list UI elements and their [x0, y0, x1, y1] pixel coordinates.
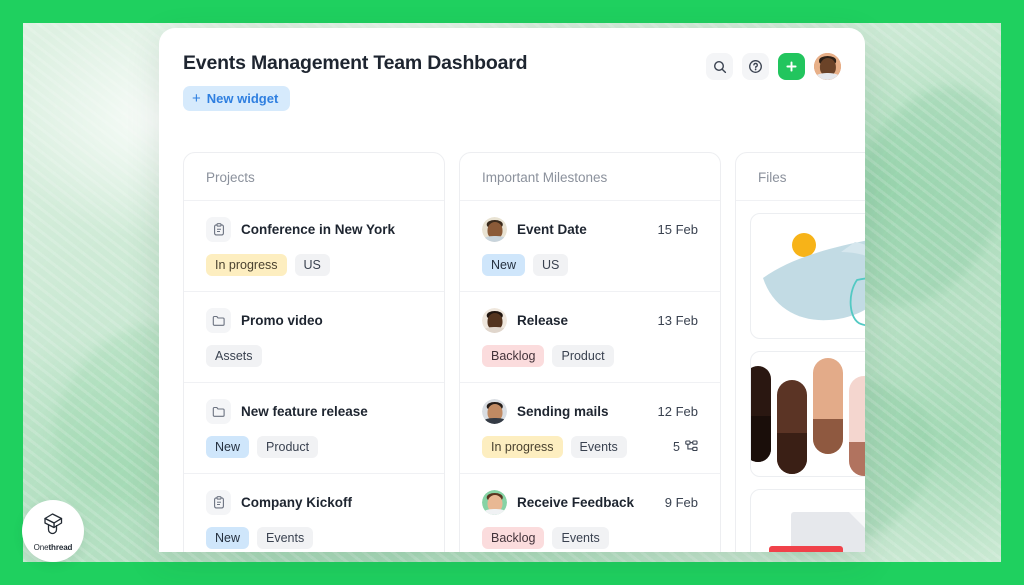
tag[interactable]: Events [552, 527, 609, 549]
avatar[interactable] [814, 53, 841, 80]
list-item-date: 12 Feb [657, 404, 698, 419]
list-item[interactable]: Sending mails 12 Feb In progress Events … [460, 383, 720, 474]
subtask-count-value: 5 [673, 440, 680, 454]
subtask-count: 5 [673, 439, 698, 455]
columns-container: Projects Conference in New York In progr… [183, 152, 865, 552]
search-icon [713, 60, 727, 74]
tag[interactable]: Product [552, 345, 614, 367]
pdf-illustration: PDF [751, 490, 865, 552]
status-badge[interactable]: Backlog [482, 527, 545, 549]
tag-group: New US [482, 254, 698, 276]
list-item-title: Sending mails [517, 404, 609, 419]
abstract-illustration [751, 214, 865, 338]
avatar-image [482, 308, 507, 333]
list-item[interactable]: Event Date 15 Feb New US [460, 201, 720, 292]
avatar-image [482, 217, 507, 242]
logo-mark-icon [39, 510, 67, 541]
add-button[interactable] [778, 53, 805, 80]
list-item-title: New feature release [241, 404, 368, 419]
avatar[interactable] [482, 217, 507, 242]
tag[interactable]: Product [257, 436, 319, 458]
column-milestones: Important Milestones Event Date 15 Feb N… [459, 152, 721, 552]
avatar-image [482, 399, 507, 424]
clipboard-icon [206, 490, 231, 515]
list-item[interactable]: Release 13 Feb Backlog Product [460, 292, 720, 383]
dashboard-card: Events Management Team Dashboard + New w… [159, 28, 865, 552]
plus-icon [785, 60, 798, 73]
header-actions [706, 53, 841, 80]
list-item-title: Company Kickoff [241, 495, 353, 510]
folder-icon [206, 399, 231, 424]
tag-group: Assets [206, 345, 422, 367]
clipboard-icon [206, 217, 231, 242]
pills-illustration [751, 352, 865, 476]
pill-shape [751, 366, 771, 462]
list-item-date: 13 Feb [657, 313, 698, 328]
tag[interactable]: US [294, 254, 330, 276]
list-item[interactable]: New feature release New Product [184, 383, 444, 474]
logo-wordmark: Onethread [33, 543, 73, 552]
column-title: Important Milestones [460, 153, 720, 201]
help-button[interactable] [742, 53, 769, 80]
tag-group: Backlog Events [482, 527, 698, 549]
list-item-title: Event Date [517, 222, 587, 237]
tag-group: New Product [206, 436, 422, 458]
status-badge[interactable]: In progress [482, 436, 563, 458]
file-list-item[interactable] [736, 201, 865, 339]
question-mark-icon [748, 59, 763, 74]
pill-shape [777, 380, 807, 474]
avatar[interactable] [482, 308, 507, 333]
pill-shape [813, 358, 843, 454]
tag-group: Backlog Product [482, 345, 698, 367]
pdf-badge: PDF [769, 546, 843, 552]
column-title: Files [736, 153, 865, 201]
file-thumbnail-pills[interactable] [750, 351, 865, 477]
avatar[interactable] [482, 490, 507, 515]
new-widget-button[interactable]: + New widget [183, 86, 291, 111]
tag-group: In progress US [206, 254, 422, 276]
list-item-title: Release [517, 313, 569, 328]
subtask-icon [685, 439, 698, 455]
pill-shape [849, 376, 865, 476]
status-badge[interactable]: New [482, 254, 526, 276]
avatar-image [814, 53, 841, 80]
status-badge[interactable]: Backlog [482, 345, 545, 367]
tag[interactable]: Assets [206, 345, 262, 367]
file-list-item[interactable] [736, 339, 865, 477]
search-button[interactable] [706, 53, 733, 80]
tag[interactable]: US [533, 254, 569, 276]
page-fold-icon [849, 512, 865, 532]
status-badge[interactable]: In progress [206, 254, 287, 276]
list-item-title: Receive Feedback [517, 495, 635, 510]
onethread-logo: Onethread [22, 500, 84, 562]
folder-icon [206, 308, 231, 333]
file-thumbnail-abstract[interactable] [750, 213, 865, 339]
column-projects: Projects Conference in New York In progr… [183, 152, 445, 552]
avatar[interactable] [482, 399, 507, 424]
list-item[interactable]: Conference in New York In progress US [184, 201, 444, 292]
dashboard-header: Events Management Team Dashboard + New w… [159, 28, 865, 140]
tag[interactable]: Events [257, 527, 314, 549]
column-title: Projects [184, 153, 444, 201]
avatar-image [482, 490, 507, 515]
tag[interactable]: Events [570, 436, 627, 458]
list-item-title: Promo video [241, 313, 323, 328]
status-badge[interactable]: New [206, 436, 250, 458]
list-item[interactable]: Receive Feedback 9 Feb Backlog Events [460, 474, 720, 552]
list-item-date: 15 Feb [657, 222, 698, 237]
tag-group: New Events [206, 527, 422, 549]
list-item-date: 9 Feb [664, 495, 698, 510]
tag-group: In progress Events 5 [482, 436, 698, 458]
list-item[interactable]: Company Kickoff New Events [184, 474, 444, 552]
file-thumbnail-pdf[interactable]: PDF [750, 489, 865, 552]
list-item-title: Conference in New York [241, 222, 396, 237]
file-list-item[interactable]: PDF [736, 477, 865, 552]
list-item[interactable]: Promo video Assets [184, 292, 444, 383]
new-widget-label: New widget [206, 91, 279, 106]
column-files: Files [735, 152, 865, 552]
screenshot-frame: Events Management Team Dashboard + New w… [0, 0, 1024, 585]
plus-icon: + [192, 90, 201, 107]
status-badge[interactable]: New [206, 527, 250, 549]
